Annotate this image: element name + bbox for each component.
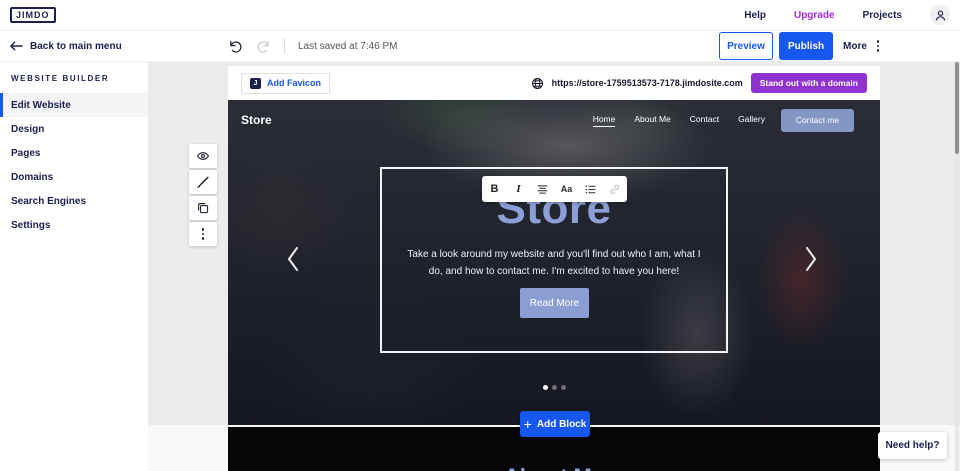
builder-sidebar: WEBSITE BUILDER Edit Website Design Page… (0, 62, 148, 471)
nav-link-home[interactable]: Home (593, 114, 616, 127)
more-menu-button[interactable]: More (843, 38, 881, 54)
style-brush-icon (196, 175, 210, 189)
sidebar-item-label: Design (11, 124, 44, 135)
last-saved-status: Last saved at 7:46 PM (298, 41, 398, 52)
app-topbar: JIMDO Help Upgrade Projects (0, 0, 960, 31)
website-preview: Store Home About Me Contact Gallery Cont… (228, 100, 880, 425)
editor-toolbar: Back to main menu Last saved at 7:46 PM (0, 31, 960, 62)
link-button[interactable] (603, 176, 627, 202)
plus-icon: + (524, 417, 532, 431)
scrollbar-thumb[interactable] (955, 62, 959, 154)
sidebar-item-pages[interactable]: Pages (0, 141, 148, 165)
publish-button[interactable]: Publish (779, 32, 833, 60)
add-favicon-label: Add Favicon (267, 78, 321, 88)
add-favicon-button[interactable]: J Add Favicon (241, 73, 330, 94)
person-icon (934, 9, 947, 22)
help-link[interactable]: Help (744, 10, 766, 21)
hide-block-button[interactable] (189, 144, 217, 168)
sidebar-item-label: Search Engines (11, 196, 86, 207)
carousel-dot-2[interactable] (552, 385, 557, 390)
font-icon: Aa (561, 184, 573, 194)
undo-icon (228, 39, 243, 54)
carousel-dots (228, 385, 880, 390)
divider (284, 38, 285, 54)
italic-icon: I (516, 183, 520, 195)
sidebar-item-search-engines[interactable]: Search Engines (0, 189, 148, 213)
undo-button[interactable] (228, 39, 243, 54)
sidebar-item-label: Settings (11, 220, 50, 231)
list-icon (584, 183, 597, 196)
list-button[interactable] (579, 176, 603, 202)
preview-button[interactable]: Preview (719, 32, 773, 60)
italic-button[interactable]: I (507, 176, 531, 202)
duplicate-block-button[interactable] (189, 196, 217, 220)
account-avatar[interactable] (930, 5, 950, 25)
duplicate-icon (196, 201, 210, 215)
editor-actions: Preview Publish More (719, 31, 881, 61)
add-block-button[interactable]: + Add Block (520, 411, 590, 437)
sidebar-item-domains[interactable]: Domains (0, 165, 148, 189)
block-toolbox (189, 144, 217, 246)
carousel-prev-button[interactable] (284, 244, 302, 274)
nav-link-gallery[interactable]: Gallery (738, 114, 765, 126)
sidebar-item-design[interactable]: Design (0, 117, 148, 141)
next-section-heading-clipped: About Me (228, 466, 880, 471)
carousel-next-button[interactable] (802, 244, 820, 274)
align-center-icon (536, 183, 549, 196)
sidebar-item-settings[interactable]: Settings (0, 213, 148, 237)
contact-me-button[interactable]: Contact me (781, 109, 854, 132)
eye-icon (196, 149, 210, 163)
upgrade-link[interactable]: Upgrade (794, 10, 835, 21)
site-url-bar: J Add Favicon https://store-1759513573-7… (228, 66, 880, 100)
topbar-links: Help Upgrade Projects (744, 5, 950, 25)
block-options-button[interactable] (189, 222, 217, 246)
sidebar-item-label: Pages (11, 148, 40, 159)
text-format-toolbar: B I Aa (482, 176, 627, 202)
kebab-menu-icon (202, 228, 205, 240)
nav-link-about-me[interactable]: About Me (634, 114, 670, 126)
chevron-left-icon (286, 246, 300, 272)
site-nav: Home About Me Contact Gallery (593, 114, 765, 127)
kebab-menu-icon (875, 38, 882, 54)
read-more-button[interactable]: Read More (520, 288, 589, 318)
favicon-preview-icon: J (250, 78, 261, 89)
site-brand[interactable]: Store (241, 113, 272, 127)
bold-icon: B (491, 183, 499, 195)
back-to-main-menu[interactable]: Back to main menu (10, 31, 122, 61)
hero-body-text[interactable]: Take a look around my website and you'll… (404, 246, 704, 280)
nav-link-contact[interactable]: Contact (690, 114, 719, 126)
history-controls: Last saved at 7:46 PM (228, 31, 398, 61)
chevron-right-icon (804, 246, 818, 272)
need-help-button[interactable]: Need help? (878, 432, 947, 459)
sidebar-section-title: WEBSITE BUILDER (11, 74, 148, 83)
link-icon (608, 183, 621, 196)
jimdo-logo[interactable]: JIMDO (10, 7, 56, 23)
style-block-button[interactable] (189, 170, 217, 194)
bold-button[interactable]: B (483, 176, 507, 202)
align-center-button[interactable] (531, 176, 555, 202)
projects-link[interactable]: Projects (863, 10, 902, 21)
globe-icon (531, 77, 544, 90)
sidebar-item-label: Domains (11, 172, 53, 183)
carousel-dot-1[interactable] (543, 385, 548, 390)
stand-out-domain-button[interactable]: Stand out with a domain (751, 73, 867, 93)
jimdo-website-builder: JIMDO Help Upgrade Projects Back to main (0, 0, 960, 471)
back-label: Back to main menu (30, 41, 122, 52)
redo-button[interactable] (256, 39, 271, 54)
redo-icon (256, 39, 271, 54)
back-arrow-icon (10, 41, 23, 51)
sidebar-item-label: Edit Website (11, 100, 71, 111)
site-header: Store Home About Me Contact Gallery Cont… (228, 100, 880, 140)
site-url[interactable]: https://store-1759513573-7178.jimdosite.… (552, 78, 743, 88)
url-group: https://store-1759513573-7178.jimdosite.… (531, 73, 867, 93)
sidebar-item-edit-website[interactable]: Edit Website (0, 93, 148, 117)
carousel-dot-3[interactable] (561, 385, 566, 390)
font-style-button[interactable]: Aa (555, 176, 579, 202)
add-block-label: Add Block (537, 419, 586, 430)
more-label: More (843, 41, 867, 52)
